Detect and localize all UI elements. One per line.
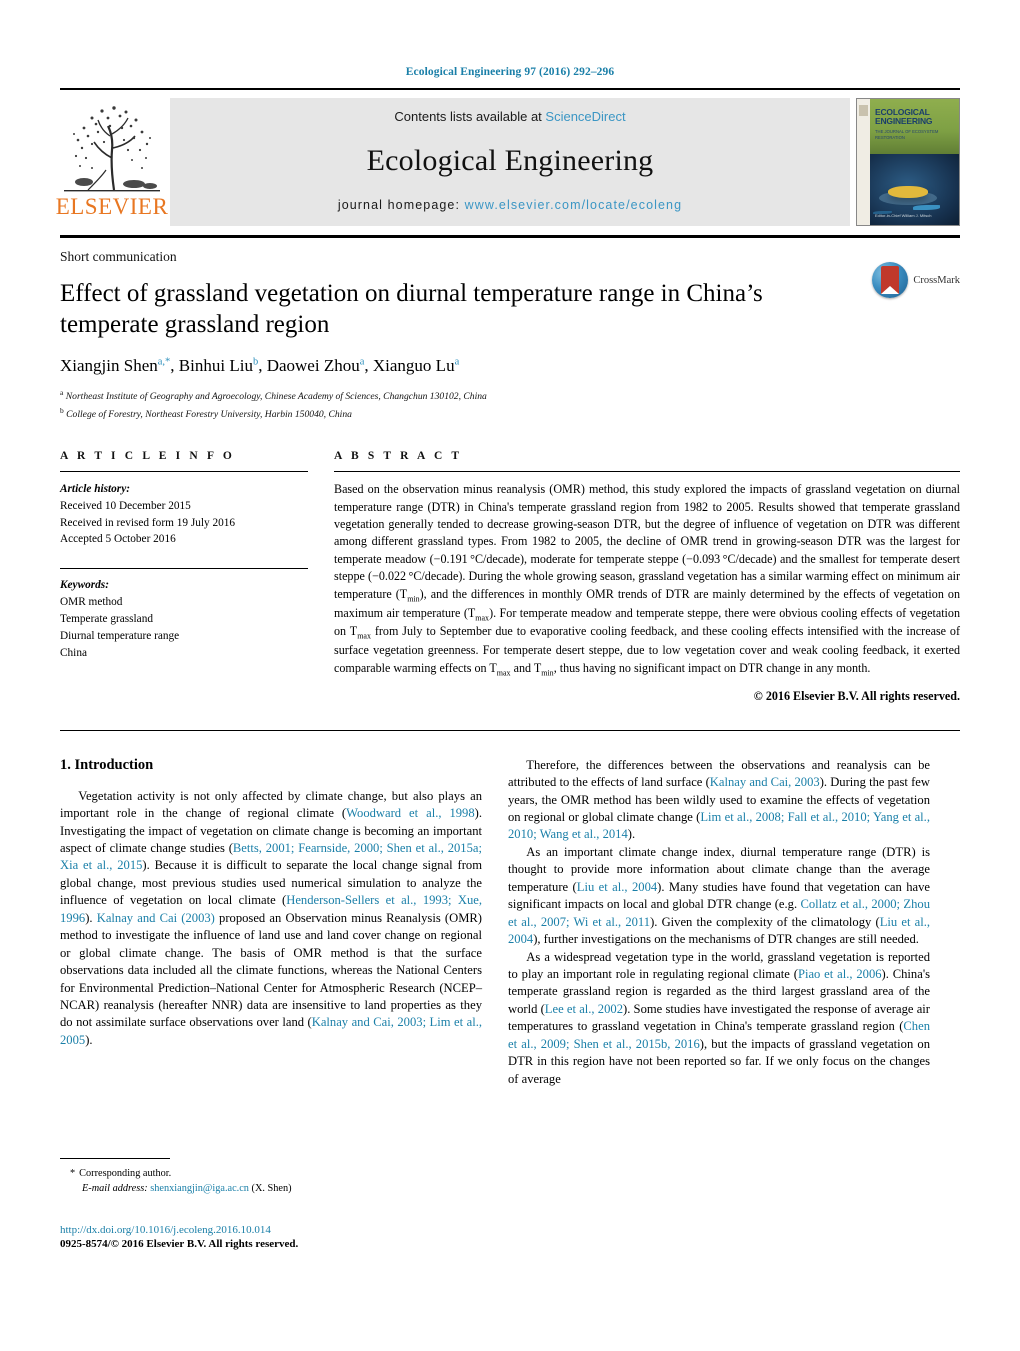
journal-cover-thumbnail: ECOLOGICAL ENGINEERING THE JOURNAL OF EC… bbox=[856, 98, 960, 226]
elsevier-wordmark: ELSEVIER bbox=[55, 194, 169, 219]
doi-link[interactable]: http://dx.doi.org/10.1016/j.ecoleng.2016… bbox=[60, 1224, 510, 1236]
affiliation-marker-b: b bbox=[60, 405, 64, 415]
cover-title-line2: ENGINEERING bbox=[875, 115, 933, 126]
history-item: Accepted 5 October 2016 bbox=[60, 533, 176, 546]
keywords-label: Keywords: bbox=[60, 579, 109, 592]
article-info-column: A R T I C L E I N F O Article history: R… bbox=[60, 450, 308, 704]
contents-prefix: Contents lists available at bbox=[394, 109, 546, 124]
cover-title: ECOLOGICAL ENGINEERING bbox=[875, 108, 933, 126]
footnote-rule bbox=[60, 1158, 170, 1159]
info-abstract-block: A R T I C L E I N F O Article history: R… bbox=[60, 450, 960, 704]
affiliation-text-b: College of Forestry, Northeast Forestry … bbox=[66, 408, 352, 420]
cover-fish-icon bbox=[913, 205, 940, 211]
paragraph: Vegetation activity is not only affected… bbox=[60, 788, 483, 1047]
keywords-rule bbox=[60, 568, 308, 570]
abstract-heading: A B S T R A C T bbox=[334, 450, 463, 463]
homepage-prefix: journal homepage: bbox=[337, 198, 465, 212]
corresponding-author-note: * Corresponding author. bbox=[60, 1166, 482, 1181]
paragraph: As a widespread vegetation type in the w… bbox=[508, 949, 931, 1086]
body-column-left: 1. Introduction Vegetation activity is n… bbox=[60, 757, 482, 1088]
keyword-item: Diurnal temperature range bbox=[60, 629, 180, 642]
history-item: Received 10 December 2015 bbox=[60, 499, 191, 512]
journal-name: Ecological Engineering bbox=[366, 144, 654, 177]
article-history-label: Article history: bbox=[60, 483, 130, 496]
crossmark-badge[interactable]: CrossMark bbox=[872, 262, 960, 298]
elsevier-tree-icon bbox=[62, 98, 162, 194]
journal-masthead: ELSEVIER Contents lists available at Sci… bbox=[56, 88, 960, 226]
elsevier-logo: ELSEVIER bbox=[56, 98, 168, 226]
keyword-item: Temperate grassland bbox=[60, 612, 153, 625]
email-link[interactable]: shenxiangjin@iga.ac.cn bbox=[150, 1183, 249, 1194]
keyword-item: China bbox=[60, 646, 87, 659]
contents-line: Contents lists available at ScienceDirec… bbox=[170, 109, 850, 124]
article-type: Short communication bbox=[60, 249, 177, 264]
abstract-rule bbox=[334, 471, 960, 473]
article-info-rule bbox=[60, 471, 308, 473]
footnote-block: * Corresponding author. E-mail address: s… bbox=[60, 1158, 482, 1197]
article-info-heading: A R T I C L E I N F O bbox=[60, 450, 235, 463]
page-title: Effect of grassland vegetation on diurna… bbox=[60, 280, 763, 338]
email-label: E-mail address: bbox=[82, 1183, 148, 1195]
crossmark-icon-notch bbox=[881, 286, 900, 294]
running-head: Ecological Engineering 97 (2016) 292–296 bbox=[405, 66, 615, 78]
article-header: Short communication Effect of grassland … bbox=[60, 238, 960, 422]
keywords-list: Keywords: OMR method Temperate grassland… bbox=[60, 577, 308, 662]
paragraph: Therefore, the differences between the o… bbox=[508, 757, 930, 842]
masthead-center-band: Contents lists available at ScienceDirec… bbox=[170, 98, 850, 226]
body-column-right: Therefore, the differences between the o… bbox=[508, 757, 930, 1088]
section-heading-introduction: 1. Introduction bbox=[60, 756, 154, 773]
abstract-bottom-rule bbox=[60, 729, 960, 731]
keywords-block: Keywords: OMR method Temperate grassland… bbox=[60, 568, 308, 662]
affiliation-text-a: Northeast Institute of Geography and Agr… bbox=[65, 391, 487, 403]
cover-elsevier-mark-icon bbox=[859, 105, 868, 116]
paragraph: As an important climate change index, di… bbox=[508, 844, 930, 947]
cover-spine bbox=[857, 99, 870, 225]
article-history: Article history: Received 10 December 20… bbox=[60, 481, 308, 548]
journal-homepage-link[interactable]: www.elsevier.com/locate/ecoleng bbox=[465, 198, 683, 212]
affiliation-marker-a: a bbox=[60, 388, 64, 397]
corresponding-marker: * bbox=[70, 1168, 76, 1179]
author-list: Xiangjin Shena,*, Binhui Liub, Daowei Zh… bbox=[60, 356, 460, 375]
paper-page: Ecological Engineering 97 (2016) 292–296 bbox=[0, 0, 1020, 1351]
keyword-item: OMR method bbox=[60, 595, 123, 608]
affiliation-b: b College of Forestry, Northeast Forestr… bbox=[60, 405, 960, 423]
email-suffix: (X. Shen) bbox=[251, 1183, 292, 1195]
crossmark-icon bbox=[872, 262, 909, 298]
abstract-copyright: © 2016 Elsevier B.V. All rights reserved… bbox=[753, 688, 960, 703]
sciencedirect-link[interactable]: ScienceDirect bbox=[545, 109, 625, 124]
abstract-column: A B S T R A C T Based on the observation… bbox=[334, 450, 960, 704]
journal-homepage-line: journal homepage: www.elsevier.com/locat… bbox=[170, 198, 850, 212]
crossmark-label: CrossMark bbox=[913, 274, 960, 286]
email-note: E-mail address: shenxiangjin@iga.ac.cn (… bbox=[60, 1181, 482, 1196]
footer-doi-block: http://dx.doi.org/10.1016/j.ecoleng.2016… bbox=[60, 1224, 510, 1250]
issn-copyright-line: 0925-8574/© 2016 Elsevier B.V. All right… bbox=[60, 1238, 299, 1250]
cover-footer: Editor-in-Chief William J. Mitsch bbox=[875, 213, 932, 218]
cover-creature-icon bbox=[887, 186, 929, 199]
history-item: Received in revised form 19 July 2016 bbox=[60, 516, 236, 529]
cover-subtitle: THE JOURNAL OF ECOSYSTEM RESTORATION bbox=[875, 129, 939, 140]
affiliation-a: a Northeast Institute of Geography and A… bbox=[60, 387, 960, 405]
abstract-text: Based on the observation minus reanalysi… bbox=[334, 482, 961, 678]
body-columns: 1. Introduction Vegetation activity is n… bbox=[60, 757, 960, 1088]
corresponding-text: Corresponding author. bbox=[79, 1168, 172, 1179]
